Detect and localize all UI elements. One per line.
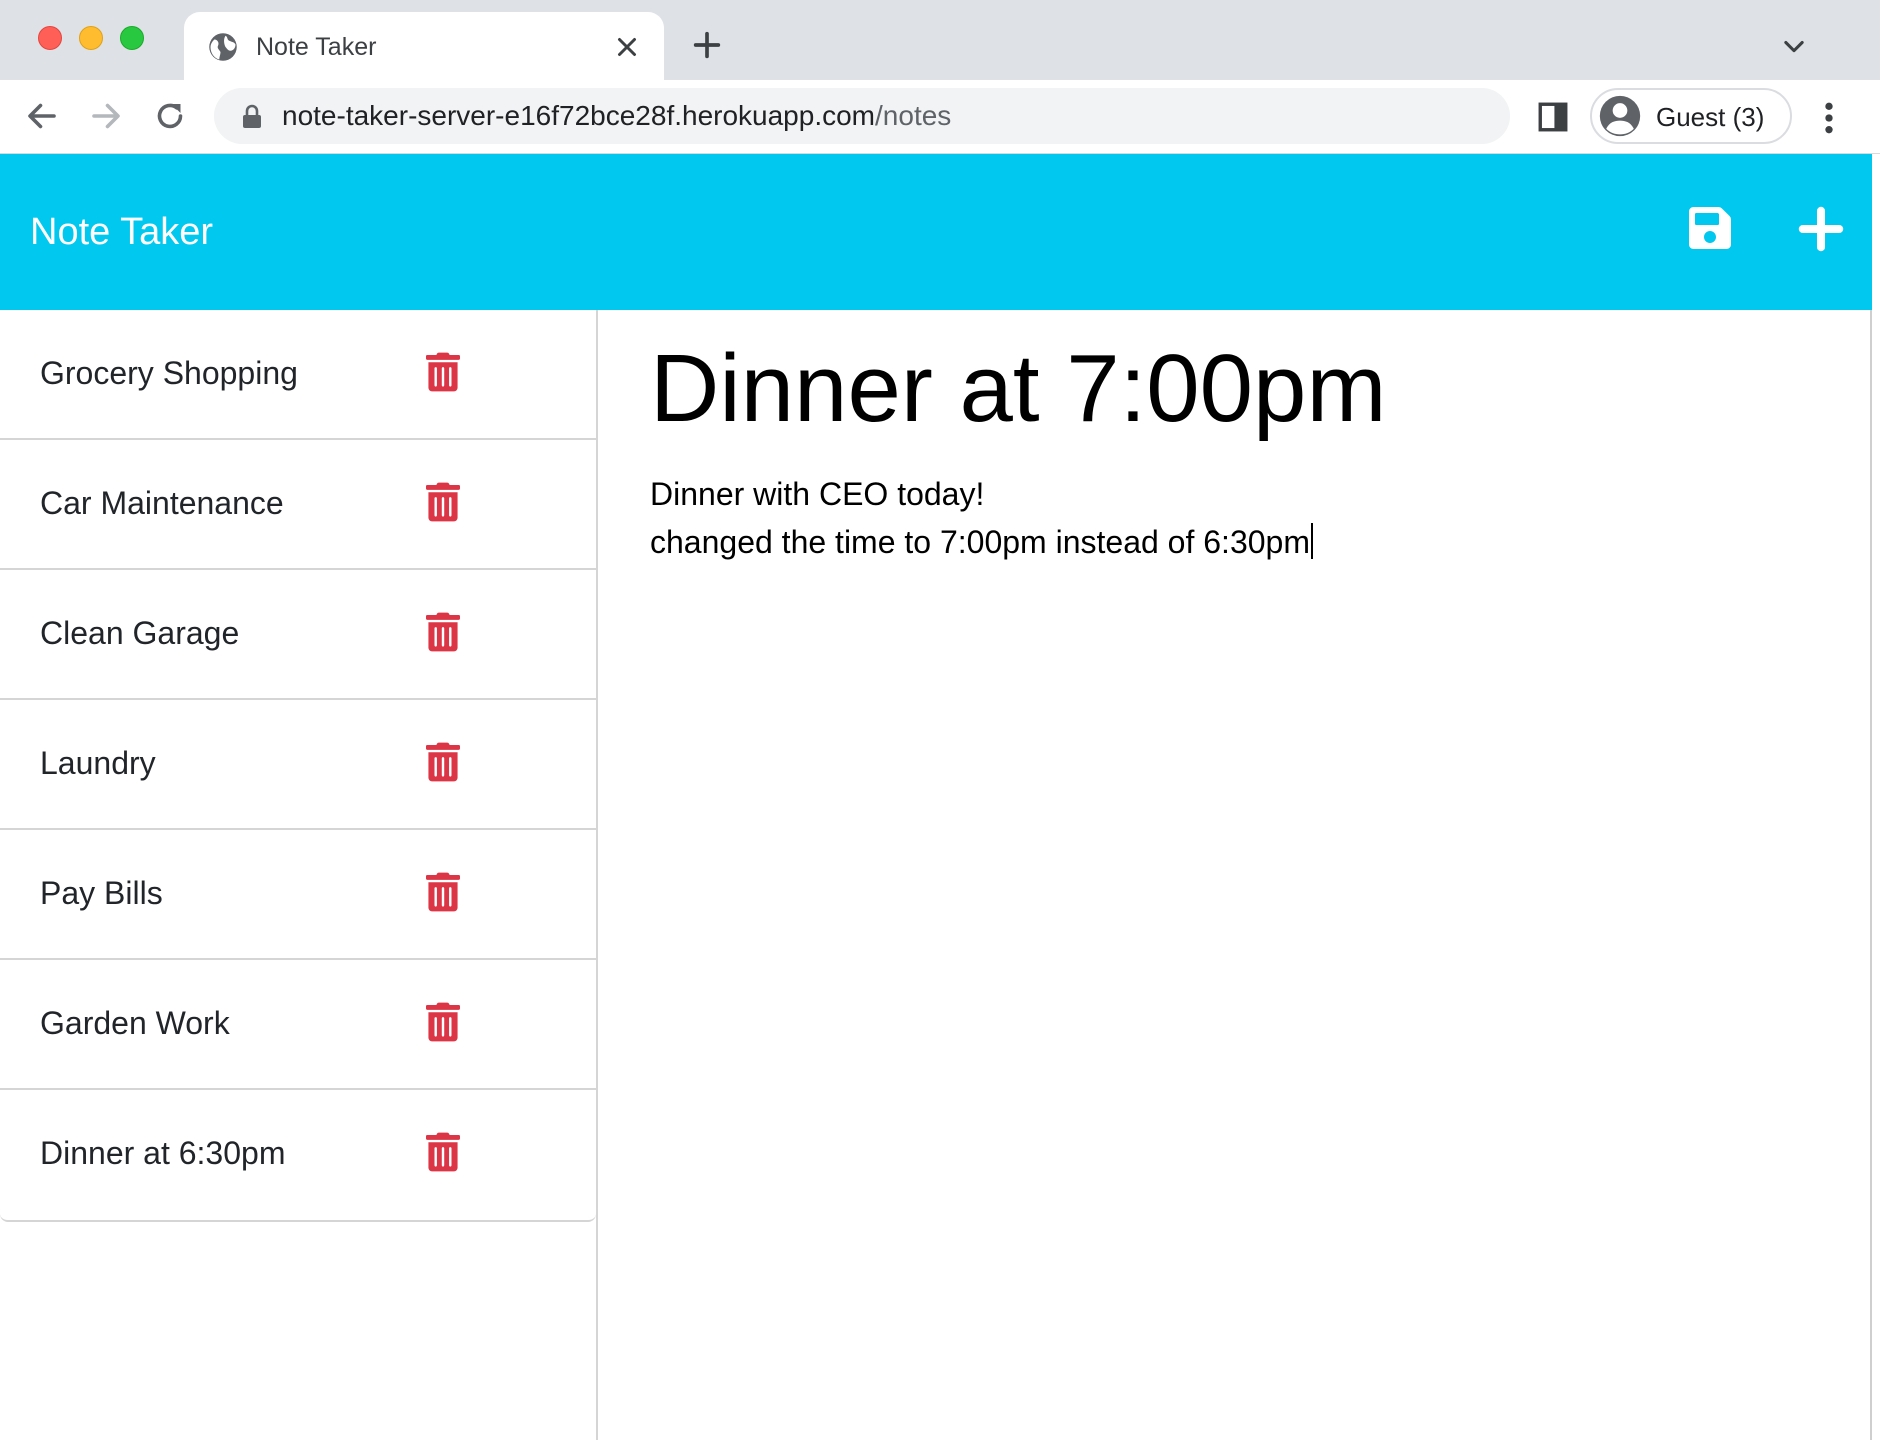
url-host: note-taker-server-e16f72bce28f.herokuapp… [282, 100, 876, 131]
list-item[interactable]: Laundry [0, 700, 596, 830]
trash-icon[interactable] [426, 1002, 460, 1042]
close-tab-icon[interactable] [612, 32, 642, 62]
note-textarea[interactable]: Dinner with CEO today! changed the time … [650, 470, 1313, 566]
app-navbar: Note Taker [0, 154, 1872, 310]
close-window-button[interactable] [38, 26, 62, 50]
fullscreen-window-button[interactable] [120, 26, 144, 50]
browser-window: Note Taker note-taker-server-e16f72bce28… [0, 0, 1880, 1440]
browser-toolbar: note-taker-server-e16f72bce28f.herokuapp… [0, 80, 1880, 154]
trash-icon[interactable] [426, 1132, 460, 1172]
list-item[interactable]: Car Maintenance [0, 440, 596, 570]
save-note-icon[interactable] [1686, 204, 1734, 252]
url-text: note-taker-server-e16f72bce28f.herokuapp… [282, 100, 951, 132]
list-item[interactable]: Clean Garage [0, 570, 596, 700]
note-title[interactable]: Laundry [40, 744, 156, 782]
globe-icon [209, 33, 237, 61]
note-title[interactable]: Garden Work [40, 1004, 230, 1042]
list-item[interactable]: Dinner at 6:30pm [0, 1090, 596, 1220]
profile-button[interactable]: Guest (3) [1590, 88, 1792, 144]
new-note-icon[interactable] [1798, 206, 1844, 252]
note-title[interactable]: Dinner at 6:30pm [40, 1134, 285, 1172]
app-viewport: Note Taker Grocery Shopping Car Maintena… [0, 154, 1872, 1440]
list-item[interactable]: Garden Work [0, 960, 596, 1090]
note-text-line: Dinner with CEO today! [650, 476, 985, 512]
trash-icon[interactable] [426, 742, 460, 782]
notes-sidebar: Grocery Shopping Car Maintenance Clean G… [0, 310, 598, 1440]
new-tab-icon[interactable] [690, 28, 724, 62]
forward-arrow-icon[interactable] [88, 98, 124, 134]
text-caret [1310, 523, 1313, 559]
note-list: Grocery Shopping Car Maintenance Clean G… [0, 310, 596, 1222]
trash-icon[interactable] [426, 482, 460, 522]
browser-tab[interactable]: Note Taker [184, 12, 664, 80]
avatar-icon [1599, 95, 1641, 137]
note-title[interactable]: Grocery Shopping [40, 354, 298, 392]
address-bar[interactable]: note-taker-server-e16f72bce28f.herokuapp… [214, 88, 1510, 144]
list-item[interactable]: Grocery Shopping [0, 310, 596, 440]
note-title[interactable]: Pay Bills [40, 874, 163, 912]
list-item[interactable]: Pay Bills [0, 830, 596, 960]
side-panel-icon[interactable] [1536, 100, 1570, 134]
url-path: /notes [875, 100, 952, 131]
app-brand[interactable]: Note Taker [30, 210, 213, 254]
lock-icon[interactable] [240, 104, 264, 130]
note-title-input[interactable]: Dinner at 7:00pm [650, 334, 1386, 444]
trash-icon[interactable] [426, 612, 460, 652]
chevron-down-icon[interactable] [1780, 32, 1808, 60]
note-text-line-with-caret: changed the time to 7:00pm instead of 6:… [650, 518, 1313, 566]
back-arrow-icon[interactable] [24, 98, 60, 134]
tab-title: Note Taker [256, 33, 377, 61]
note-editor: Dinner at 7:00pm Dinner with CEO today! … [600, 310, 1870, 1440]
reload-icon[interactable] [152, 98, 188, 134]
note-title[interactable]: Clean Garage [40, 614, 239, 652]
note-title[interactable]: Car Maintenance [40, 484, 284, 522]
minimize-window-button[interactable] [79, 26, 103, 50]
trash-icon[interactable] [426, 352, 460, 392]
note-text-line: changed the time to 7:00pm instead of 6:… [650, 524, 1310, 560]
tab-strip: Note Taker [0, 0, 1880, 80]
trash-icon[interactable] [426, 872, 460, 912]
profile-label: Guest (3) [1656, 102, 1765, 132]
more-menu-icon[interactable] [1814, 98, 1844, 138]
